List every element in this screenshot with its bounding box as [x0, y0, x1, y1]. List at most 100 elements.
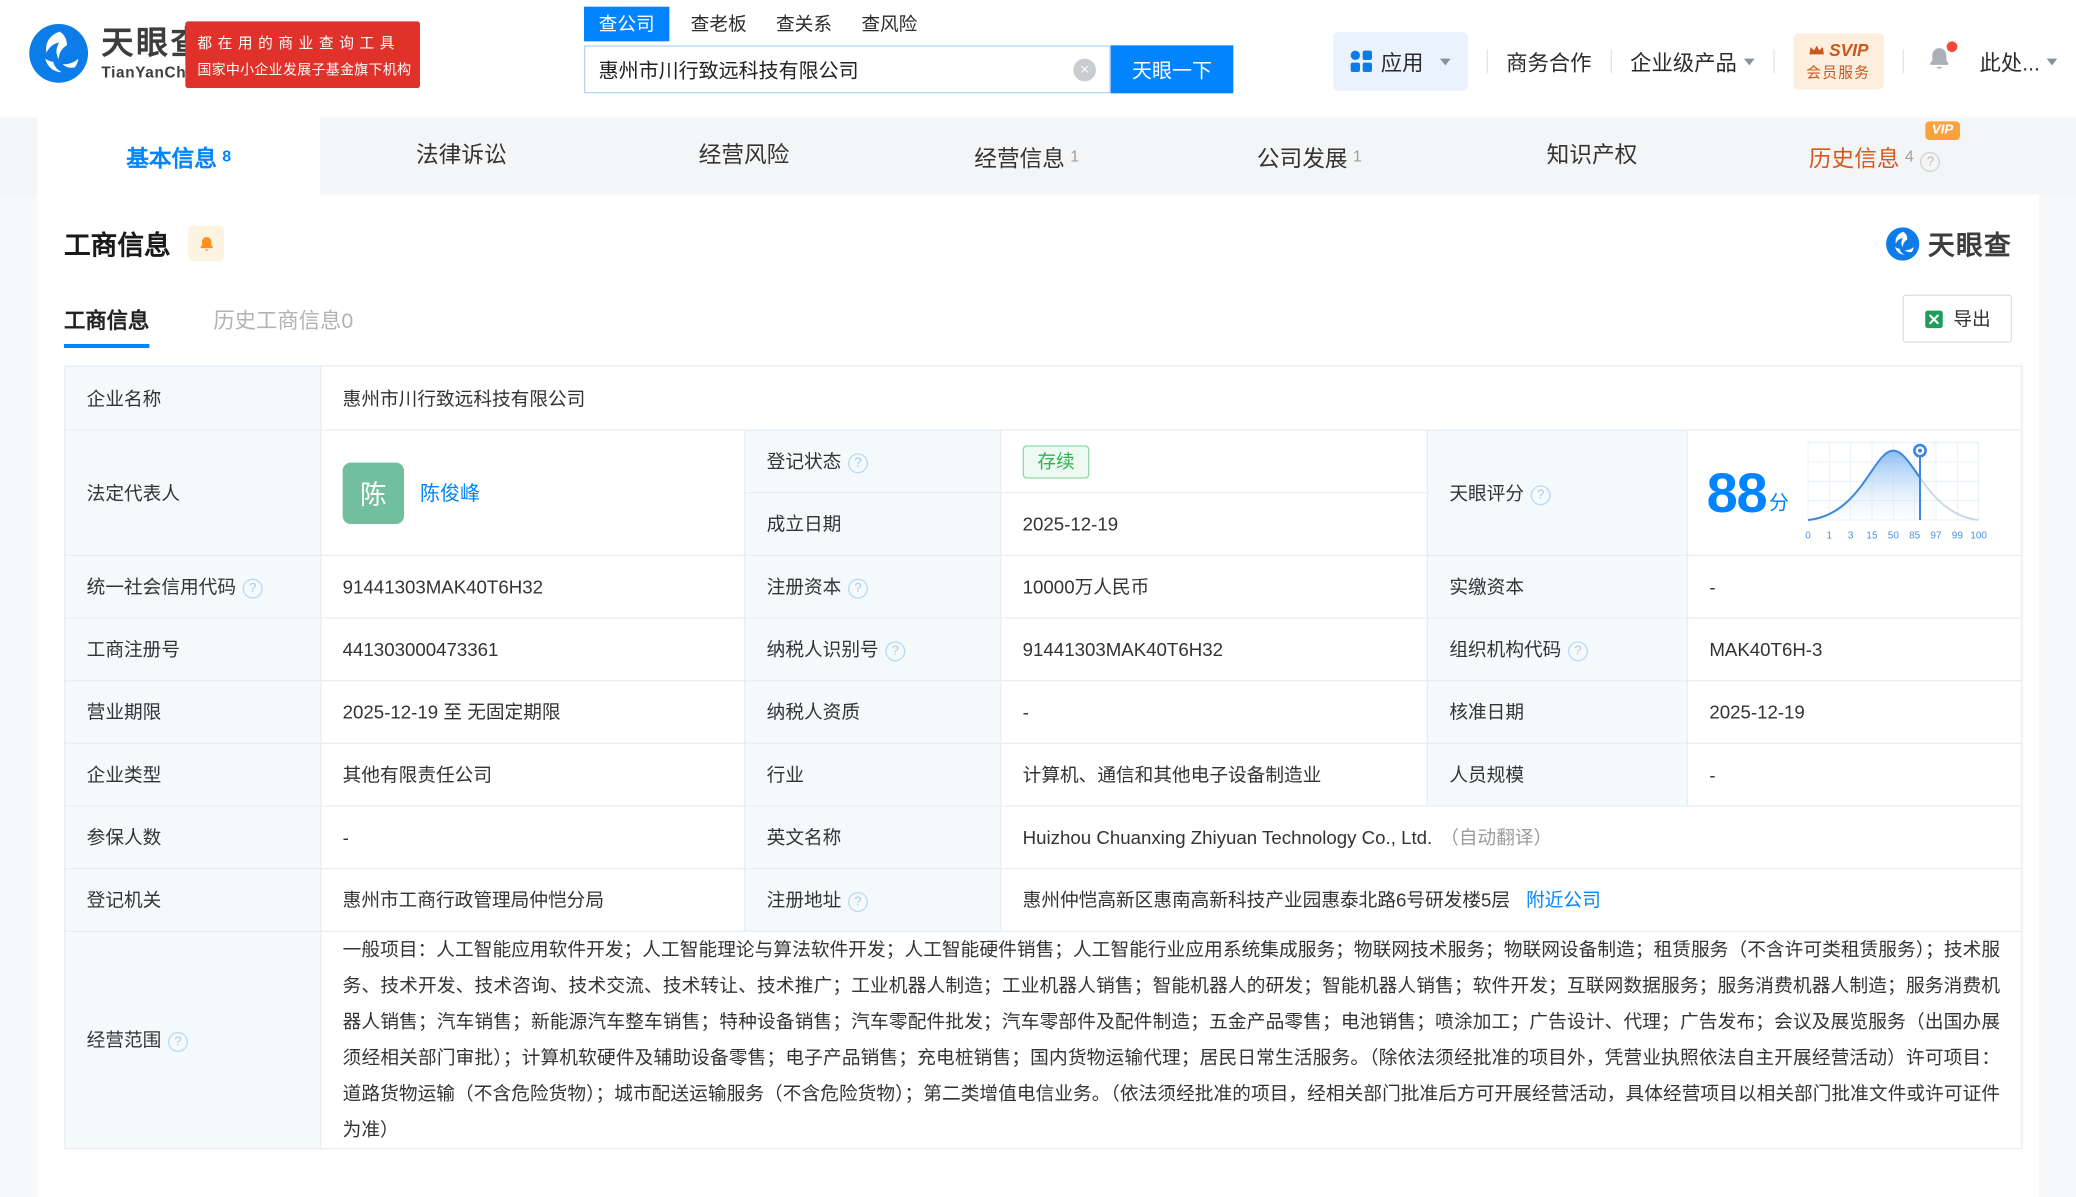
field-label: 营业期限: [65, 681, 321, 744]
industry-value: 计算机、通信和其他电子设备制造业: [1001, 743, 1428, 806]
divider: [1610, 49, 1611, 73]
table-row: 经营范围? 一般项目：人工智能应用软件开发；人工智能理论与算法软件开发；人工智能…: [65, 931, 2022, 1148]
svg-text:97: 97: [1930, 530, 1942, 541]
field-label: 登记状态?: [745, 430, 1001, 493]
credit-code-value: 91441303MAK40T6H32: [321, 555, 745, 618]
divider: [1486, 49, 1487, 73]
table-row: 企业名称 惠州市川行致远科技有限公司: [65, 366, 2022, 430]
export-label: 导出: [1953, 305, 1990, 332]
tab-history-info[interactable]: VIP 历史信息4?: [1733, 117, 2016, 194]
tab-company-development[interactable]: 公司发展1: [1168, 117, 1451, 194]
reg-number-value: 441303000473361: [321, 618, 745, 681]
table-row: 统一社会信用代码? 91441303MAK40T6H32 注册资本? 10000…: [65, 555, 2022, 618]
field-label: 企业类型: [65, 743, 321, 806]
business-scope-value: 一般项目：人工智能应用软件开发；人工智能理论与算法软件开发；人工智能硬件销售；人…: [321, 931, 2022, 1148]
divider: [1902, 49, 1903, 73]
address-value: 惠州仲恺高新区惠南高新科技产业园惠泰北路6号研发楼5层: [1023, 889, 1510, 910]
tab-label: 法律诉讼: [416, 143, 507, 168]
slogan-line2: 国家中小企业发展子基金旗下机构: [197, 60, 408, 80]
field-label: 英文名称: [745, 806, 1001, 869]
score-cell: 88 分: [1687, 430, 2022, 555]
main-tab-bar: 基本信息8 法律诉讼 经营风险 经营信息1 公司发展1 知识产权 VIP 历史信…: [0, 117, 2076, 194]
business-info-table: 企业名称 惠州市川行致远科技有限公司 法定代表人 陈 陈俊峰 登记状态?: [64, 365, 2023, 1149]
field-label: 纳税人识别号?: [745, 618, 1001, 681]
nearby-companies-link[interactable]: 附近公司: [1526, 889, 1601, 910]
slogan-line1: 都在用的商业查询工具: [197, 32, 408, 53]
tab-basic-info[interactable]: 基本信息8: [37, 117, 320, 194]
help-icon[interactable]: ?: [848, 892, 868, 912]
svg-text:100: 100: [1970, 530, 1986, 541]
field-label: 人员规模: [1427, 743, 1687, 806]
help-icon[interactable]: ?: [243, 579, 263, 599]
tab-legal-lawsuits[interactable]: 法律诉讼: [320, 117, 603, 194]
content-area: 工商信息 天眼查 工商信息 历史工商信息0: [0, 195, 2076, 1197]
search-tab-company[interactable]: 查公司: [584, 7, 669, 42]
help-icon[interactable]: ?: [848, 579, 868, 599]
help-icon[interactable]: ?: [1531, 485, 1551, 505]
table-row: 工商注册号 441303000473361 纳税人识别号? 91441303MA…: [65, 618, 2022, 681]
field-label: 法定代表人: [65, 430, 321, 555]
help-icon[interactable]: ?: [168, 1032, 188, 1052]
subtab-business-info[interactable]: 工商信息: [64, 303, 149, 335]
user-name: 此处...: [1980, 45, 2040, 77]
svg-text:85: 85: [1909, 530, 1921, 541]
field-label: 成立日期: [745, 493, 1001, 556]
business-info-card: 工商信息 天眼查 工商信息 历史工商信息0: [37, 195, 2038, 1197]
table-row: 登记机关 惠州市工商行政管理局仲恺分局 注册地址? 惠州仲恺高新区惠南高新科技产…: [65, 869, 2022, 932]
svip-label: SVIP: [1829, 40, 1868, 60]
apps-grid-icon: [1350, 51, 1371, 72]
table-row: 参保人数 - 英文名称 Huizhou Chuanxing Zhiyuan Te…: [65, 806, 2022, 869]
caret-down-icon: [2047, 58, 2058, 65]
field-label: 纳税人资质: [745, 681, 1001, 744]
reg-capital-value: 10000万人民币: [1001, 555, 1428, 618]
svg-text:15: 15: [1866, 530, 1878, 541]
search-button[interactable]: 天眼一下: [1111, 45, 1234, 93]
search-tab-relation[interactable]: 查关系: [776, 7, 832, 42]
help-icon[interactable]: ?: [848, 453, 868, 473]
crown-icon: [1808, 44, 1825, 56]
tab-operation-risk[interactable]: 经营风险: [603, 117, 886, 194]
english-name-cell: Huizhou Chuanxing Zhiyuan Technology Co.…: [1001, 806, 2022, 869]
svip-badge[interactable]: SVIP 会员服务: [1793, 33, 1884, 89]
search-tab-risk[interactable]: 查风险: [861, 7, 917, 42]
tab-intellectual-property[interactable]: 知识产权: [1451, 117, 1734, 194]
search-input[interactable]: 惠州市川行致远科技有限公司 ×: [584, 45, 1111, 93]
tianyancha-logo-icon: [28, 23, 89, 84]
nav-biz-coop[interactable]: 商务合作: [1506, 45, 1591, 77]
caret-down-icon: [1744, 58, 1755, 65]
tianyancha-watermark: 天眼查: [1885, 224, 2012, 263]
notification-dot: [1946, 41, 1957, 52]
tab-label: 经营信息: [974, 147, 1065, 172]
field-label: 实缴资本: [1427, 555, 1687, 618]
user-menu[interactable]: 此处...: [1980, 45, 2058, 77]
field-label: 天眼评分?: [1427, 430, 1687, 555]
help-icon[interactable]: ?: [1920, 152, 1940, 172]
field-label: 行业: [745, 743, 1001, 806]
top-nav: 应用 商务合作 企业级产品 SVIP 会员服务: [1333, 32, 2058, 91]
avatar[interactable]: 陈: [343, 462, 404, 523]
search-tab-boss[interactable]: 查老板: [691, 7, 747, 42]
tab-label: 基本信息: [126, 147, 217, 172]
address-cell: 惠州仲恺高新区惠南高新科技产业园惠泰北路6号研发楼5层附近公司: [1001, 869, 2022, 932]
section-title: 工商信息: [64, 224, 171, 263]
tab-label: 历史信息: [1809, 147, 1900, 172]
field-label: 核准日期: [1427, 681, 1687, 744]
apps-menu[interactable]: 应用: [1333, 32, 1468, 91]
legal-rep-link[interactable]: 陈俊峰: [420, 479, 480, 507]
export-button[interactable]: 导出: [1903, 295, 2012, 343]
english-name-value: Huizhou Chuanxing Zhiyuan Technology Co.…: [1023, 827, 1433, 848]
nav-enterprise[interactable]: 企业级产品: [1630, 45, 1754, 77]
score-value: 88: [1707, 465, 1767, 521]
tab-operation-info[interactable]: 经营信息 1: [885, 117, 1168, 194]
excel-icon: [1924, 309, 1944, 329]
subscribe-bell-icon[interactable]: [188, 225, 224, 261]
help-icon[interactable]: ?: [1568, 641, 1588, 661]
svg-text:0: 0: [1805, 530, 1811, 541]
field-label: 工商注册号: [65, 618, 321, 681]
tab-count: 4: [1905, 147, 1914, 166]
help-icon[interactable]: ?: [885, 641, 905, 661]
notification-bell-icon[interactable]: [1925, 45, 1953, 78]
subtab-history-business-info[interactable]: 历史工商信息0: [213, 303, 353, 335]
tab-count: 1: [1070, 147, 1079, 166]
clear-icon[interactable]: ×: [1073, 58, 1096, 81]
